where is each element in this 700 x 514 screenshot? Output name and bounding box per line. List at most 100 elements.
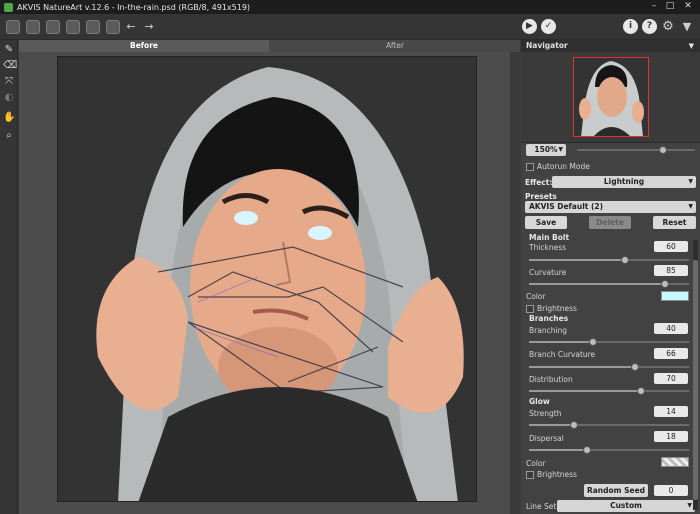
thickness-input[interactable]: 60: [654, 241, 688, 252]
glow-brightness-checkbox[interactable]: [526, 471, 534, 479]
zoom-slider[interactable]: [577, 146, 695, 154]
line-set-label: Line Set: [526, 502, 557, 511]
line-set-select[interactable]: Custom ▼: [557, 500, 695, 512]
minimize-icon[interactable]: –: [648, 1, 660, 12]
glow-color-swatch[interactable]: [661, 457, 689, 467]
autorun-checkbox[interactable]: [526, 163, 534, 171]
strength-slider[interactable]: [529, 421, 689, 429]
viewport-frame[interactable]: [573, 57, 649, 137]
divider: [521, 142, 700, 143]
thickness-slider[interactable]: [529, 256, 689, 264]
effect-value: Lightning: [603, 177, 645, 186]
panel-scrollbar-thumb[interactable]: [693, 260, 698, 500]
line-set-value: Custom: [610, 501, 642, 510]
collapse-icon[interactable]: ▼: [689, 40, 694, 52]
transform-icon[interactable]: ⤧: [3, 76, 15, 88]
chevron-down-icon: ▼: [688, 178, 693, 185]
slider-knob[interactable]: [589, 338, 597, 346]
branch-curvature-slider[interactable]: [529, 363, 689, 371]
arrow-right-icon[interactable]: →: [142, 20, 156, 34]
title-bar: AKVIS NatureArt v.12.6 - In-the-rain.psd…: [0, 0, 700, 14]
chevron-down-icon: ▼: [688, 203, 693, 210]
check-icon[interactable]: ✓: [541, 19, 556, 34]
portrait-image: [58, 57, 476, 501]
distribution-slider[interactable]: [529, 387, 689, 395]
presets-value: AKVIS Default (2): [529, 202, 604, 211]
zoom-slider-knob[interactable]: [659, 146, 667, 154]
tools-panel: ✎ ⌫ ⤧ ◐ ✋ ⌕: [0, 40, 18, 514]
zoom-select[interactable]: 150% ▼: [526, 144, 566, 156]
branch-curvature-input[interactable]: 66: [654, 348, 688, 359]
play-icon[interactable]: ▶: [522, 19, 537, 34]
tab-before[interactable]: Before: [19, 40, 269, 52]
slider-fill: [529, 390, 641, 392]
direction-stroke-icon[interactable]: ✎: [3, 44, 15, 56]
navigator-header: Navigator ▼: [521, 40, 700, 52]
save-file-icon[interactable]: [46, 20, 60, 34]
distribution-input[interactable]: 70: [654, 373, 688, 384]
eraser-icon[interactable]: ⌫: [3, 60, 17, 72]
chevron-down-icon: ▼: [687, 502, 692, 509]
info-icon[interactable]: i: [623, 19, 638, 34]
share-icon[interactable]: [106, 20, 120, 34]
slider-fill: [529, 259, 625, 261]
effect-label: Effect:: [525, 178, 553, 187]
hand-icon[interactable]: ✋: [3, 112, 15, 124]
app-logo-icon: [4, 2, 13, 12]
image-canvas[interactable]: [19, 52, 520, 514]
slider-knob[interactable]: [621, 256, 629, 264]
strength-label: Strength: [529, 409, 562, 418]
glow-title: Glow: [529, 397, 550, 406]
delete-preset-button[interactable]: Delete: [589, 216, 631, 229]
autorun-label: Autorun Mode: [537, 162, 590, 171]
slider-knob[interactable]: [630, 363, 639, 371]
slider-fill: [529, 449, 587, 451]
arrow-left-icon[interactable]: ←: [124, 20, 138, 34]
navigator-thumbnail[interactable]: [573, 57, 649, 137]
slider-knob[interactable]: [637, 387, 645, 395]
presets-label: Presets: [525, 192, 557, 201]
slider-knob[interactable]: [569, 421, 578, 429]
presets-select[interactable]: AKVIS Default (2) ▼: [525, 201, 696, 213]
slider-fill: [529, 341, 593, 343]
tab-after[interactable]: After: [270, 40, 520, 52]
help-icon[interactable]: ?: [642, 19, 657, 34]
zoom-icon[interactable]: ⌕: [3, 130, 15, 142]
glow-color-label: Color: [526, 459, 546, 468]
canvas-scrollbar[interactable]: [510, 52, 520, 514]
close-icon[interactable]: ✕: [682, 1, 694, 12]
branching-input[interactable]: 40: [654, 323, 688, 334]
random-seed-button[interactable]: Random Seed: [584, 484, 648, 497]
batch-icon[interactable]: [66, 20, 80, 34]
save-preset-button[interactable]: Save: [525, 216, 567, 229]
workspace-icon[interactable]: [6, 20, 20, 34]
slider-knob[interactable]: [661, 280, 669, 288]
reset-button[interactable]: Reset: [653, 216, 696, 229]
panel-scrollbar[interactable]: [693, 240, 698, 510]
print-icon[interactable]: [86, 20, 100, 34]
dispersal-label: Dispersal: [529, 434, 564, 443]
main-bolt-title: Main Bolt: [529, 233, 570, 242]
branching-slider[interactable]: [529, 338, 689, 346]
history-brush-icon[interactable]: ◐: [3, 92, 15, 104]
strength-input[interactable]: 14: [654, 406, 688, 417]
random-seed-input[interactable]: 0: [654, 485, 688, 496]
branches-title: Branches: [529, 314, 569, 323]
curvature-input[interactable]: 85: [654, 265, 688, 276]
curvature-slider[interactable]: [529, 280, 689, 288]
slider-fill: [529, 424, 574, 426]
gear-icon[interactable]: ⚙: [661, 20, 675, 34]
dispersal-slider[interactable]: [529, 446, 689, 454]
photo-preview[interactable]: [57, 56, 477, 502]
feedback-icon[interactable]: ▼: [680, 20, 694, 34]
main-color-swatch[interactable]: [661, 291, 689, 301]
open-file-icon[interactable]: [26, 20, 40, 34]
slider-knob[interactable]: [582, 446, 591, 454]
thickness-label: Thickness: [529, 243, 567, 252]
effect-select[interactable]: Lightning ▼: [552, 176, 696, 188]
view-tabs: Before After: [19, 40, 520, 52]
window-title: AKVIS NatureArt v.12.6 - In-the-rain.psd…: [17, 2, 251, 12]
maximize-icon[interactable]: □: [664, 1, 676, 12]
main-brightness-checkbox[interactable]: [526, 305, 534, 313]
dispersal-input[interactable]: 18: [654, 431, 688, 442]
